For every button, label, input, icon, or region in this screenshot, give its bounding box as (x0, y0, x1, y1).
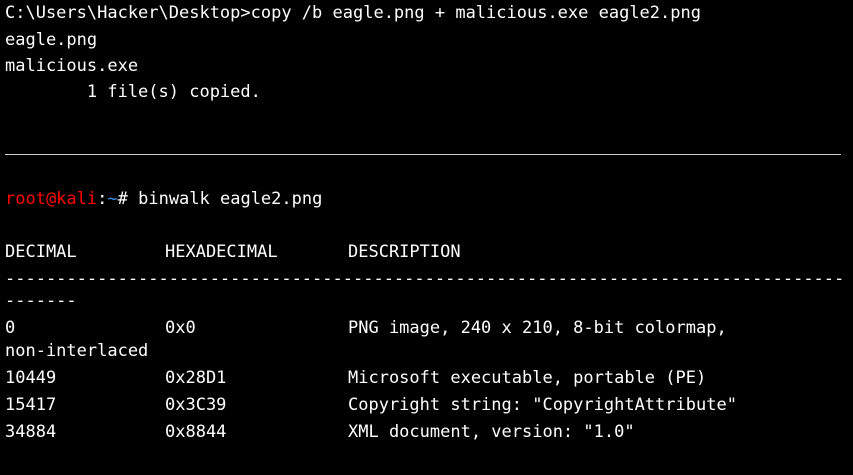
column-header-decimal: DECIMAL (5, 242, 77, 262)
row-hex: 0x3C39 (165, 395, 227, 415)
terminal-window: { "cmd_section": { "command_line": "C:\\… (0, 0, 853, 475)
row-decimal: 15417 (5, 395, 57, 415)
row-decimal: 34884 (5, 422, 57, 442)
row-decimal: 10449 (5, 368, 57, 388)
row-hex: 0x28D1 (165, 368, 227, 388)
row-hex: 0x8844 (165, 422, 227, 442)
kali-command: binwalk eagle2.png (138, 189, 323, 209)
row-description: Copyright string: "CopyrightAttribute" (348, 395, 737, 415)
row-hex: 0x0 (165, 318, 196, 338)
row-description-wrap: non-interlaced (5, 341, 149, 361)
cmd-command-line: C:\Users\Hacker\Desktop>copy /b eagle.pn… (5, 3, 701, 23)
cmd-output-line: 1 file(s) copied. (5, 82, 261, 102)
section-divider (5, 154, 841, 155)
prompt-hash: # (117, 189, 139, 209)
kali-prompt-line: root@kali:~# binwalk eagle2.png (5, 188, 322, 210)
row-description: Microsoft executable, portable (PE) (348, 368, 707, 388)
row-description: PNG image, 240 x 210, 8-bit colormap, (348, 318, 727, 338)
row-decimal: 0 (5, 318, 16, 338)
table-separator: ----------------------------------------… (5, 269, 845, 289)
table-separator-wrap: ------- (5, 291, 77, 311)
cmd-output-line: malicious.exe (5, 56, 139, 76)
cmd-output-line: eagle.png (5, 30, 98, 50)
row-description: XML document, version: "1.0" (348, 422, 635, 442)
prompt-user: root@kali (5, 189, 98, 209)
prompt-path: ~ (107, 189, 118, 209)
column-header-hex: HEXADECIMAL (165, 242, 278, 262)
column-header-description: DESCRIPTION (348, 242, 461, 262)
prompt-colon: : (97, 189, 108, 209)
